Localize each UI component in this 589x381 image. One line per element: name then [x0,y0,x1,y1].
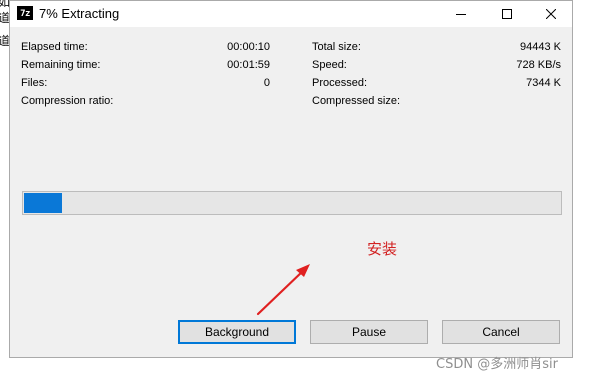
background-text-fragment: 如 [0,0,9,9]
screen: 如 道 道 7z 7% Extracting Elapsed time: 00:… [0,0,589,381]
background-text-fragment: 道 [0,11,9,25]
speed-value: 728 KB/s [516,59,561,71]
background-button[interactable]: Background [178,320,296,344]
close-icon [546,9,556,19]
cancel-button[interactable]: Cancel [442,320,560,344]
elapsed-time-value: 00:00:10 [227,41,270,53]
maximize-icon [502,9,512,19]
speed-label: Speed: [312,59,347,71]
background-text-fragment: 道 [0,34,9,48]
processed-value: 7344 K [526,77,561,89]
annotation-arrow-icon [256,264,310,316]
app-icon-label: 7z [20,9,30,19]
remaining-time-value: 00:01:59 [227,59,270,71]
files-value: 0 [263,77,270,89]
minimize-button[interactable] [438,1,484,27]
progress-bar-fill [24,193,62,213]
compressed-size-label: Compressed size: [312,95,401,107]
processed-label: Processed: [312,77,368,89]
remaining-time-label: Remaining time: [21,59,101,71]
7zip-app-icon: 7z [17,6,33,20]
total-size-label: Total size: [312,41,361,53]
csdn-watermark: CSDN @多洲师肖sir [436,357,558,372]
close-button[interactable] [528,1,572,27]
annotation-install-text: 安装 [367,240,398,258]
total-size-value: 94443 K [520,41,561,53]
elapsed-time-label: Elapsed time: [21,41,88,53]
pause-button[interactable]: Pause [310,320,428,344]
minimize-icon [456,14,466,15]
maximize-button[interactable] [484,1,530,27]
title-bar[interactable]: 7z 7% Extracting [10,1,572,27]
compression-ratio-label: Compression ratio: [21,95,114,107]
window-title: 7% Extracting [39,6,120,21]
files-label: Files: [21,77,48,89]
extraction-progress-bar [22,191,562,215]
background-document: 如 道 道 [0,0,9,381]
